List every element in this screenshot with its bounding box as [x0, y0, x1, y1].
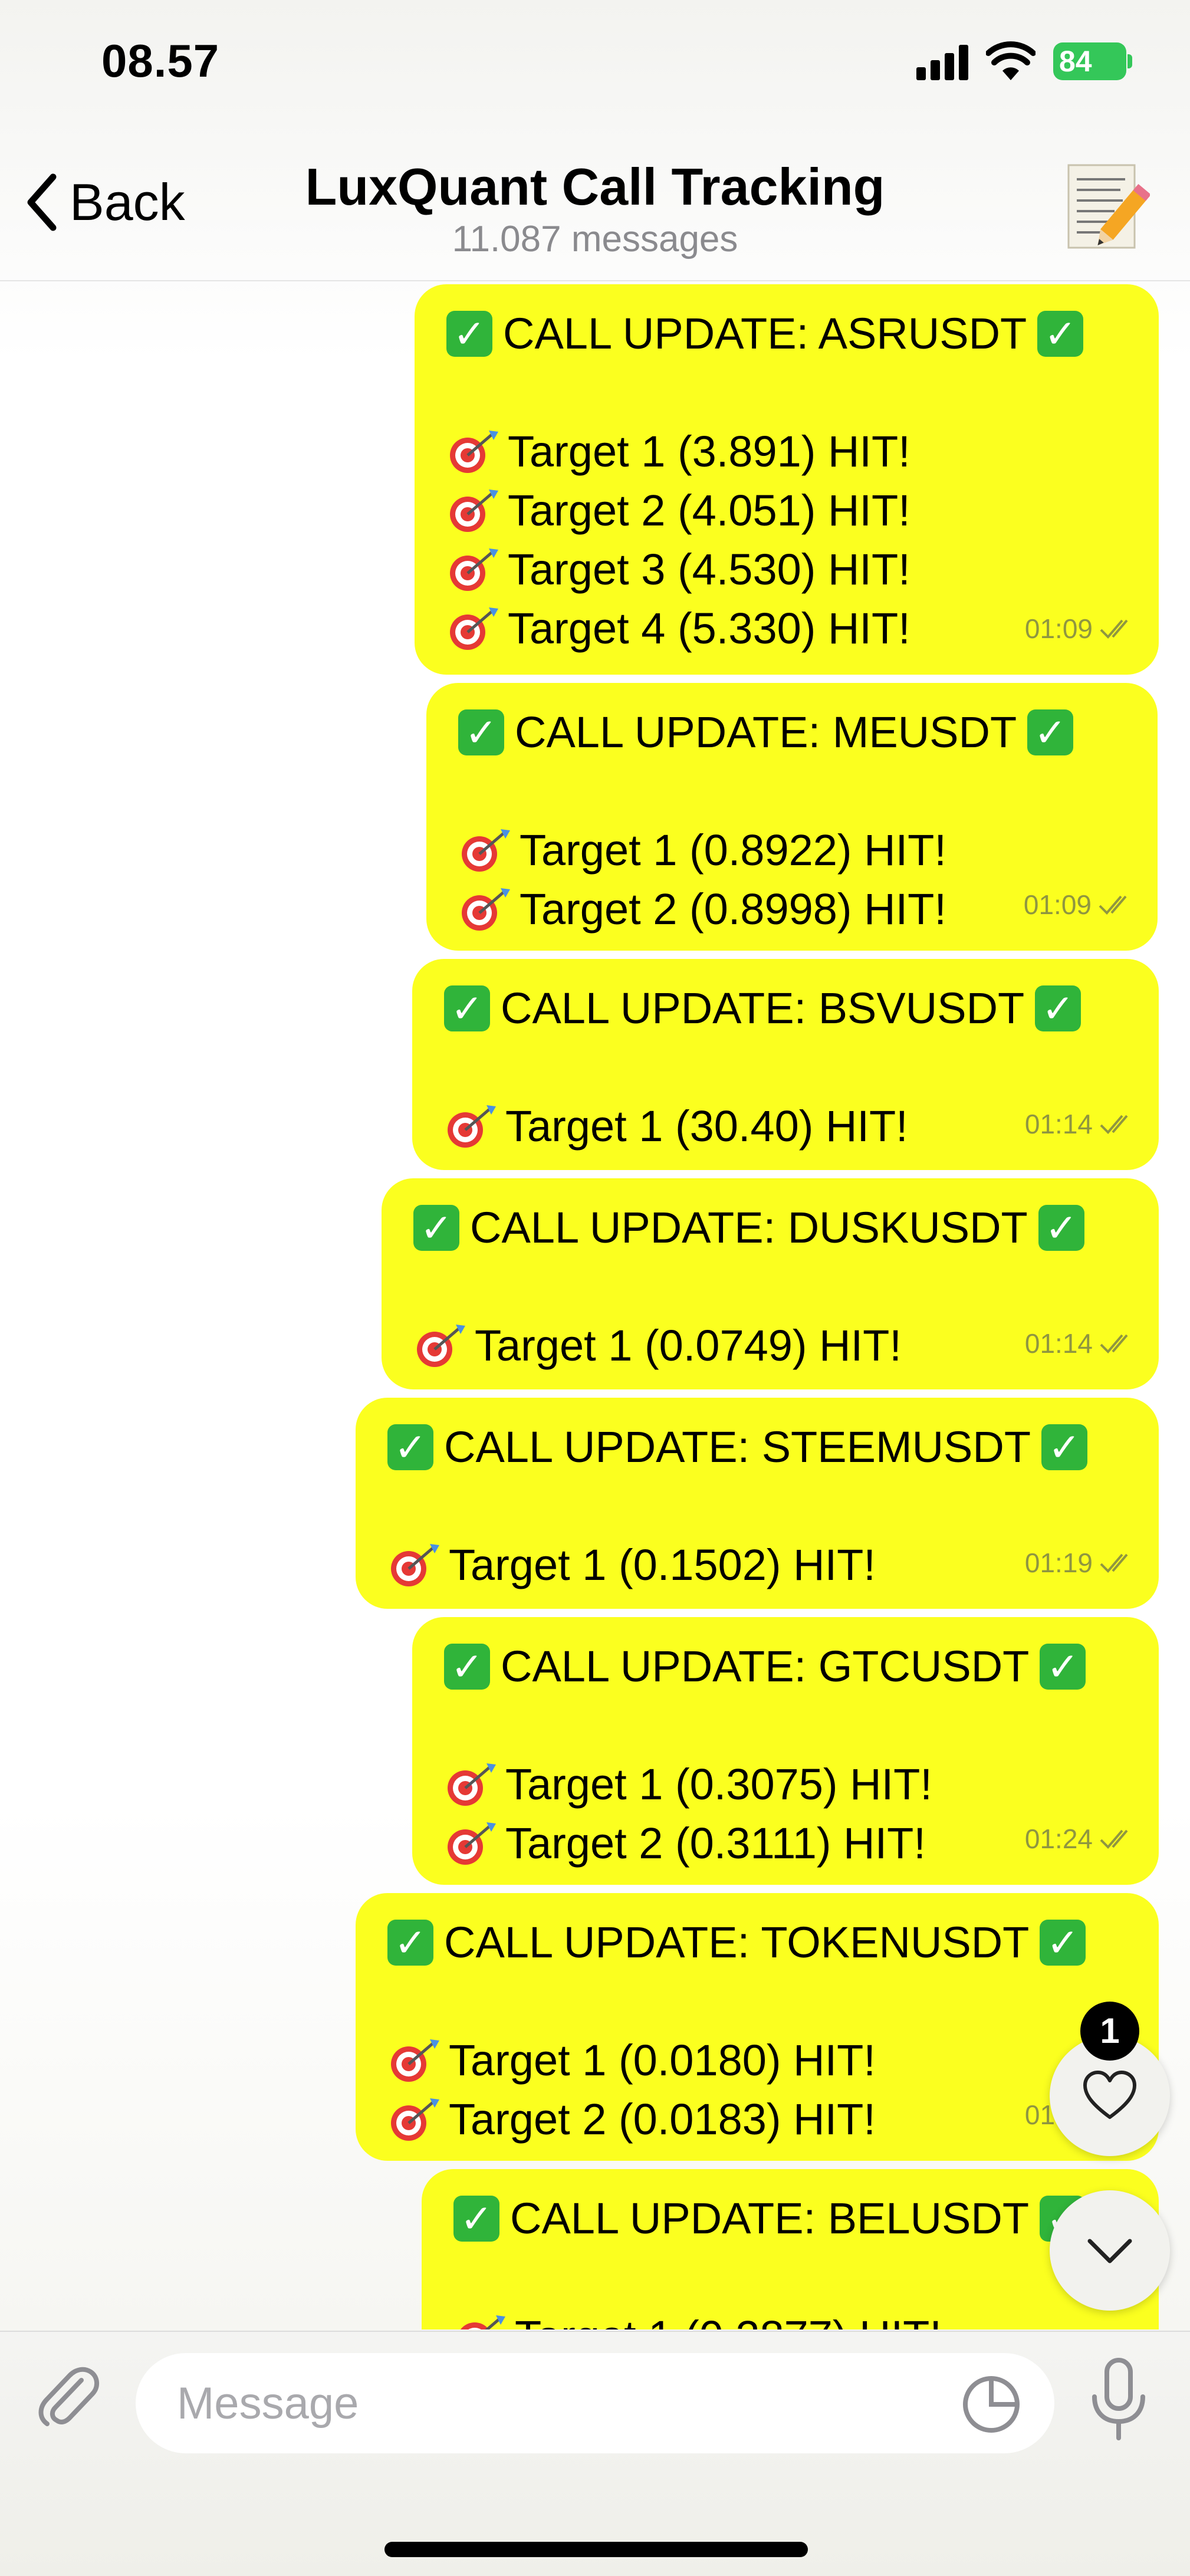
- message-meta: 01:14: [1025, 1095, 1138, 1154]
- message-input[interactable]: [136, 2353, 1054, 2453]
- status-time: 08.57: [101, 35, 220, 87]
- direct-hit-icon: [450, 548, 498, 591]
- target-line: Target 1 (0.0749) HIT!: [475, 1321, 902, 1370]
- chat-title[interactable]: LuxQuant Call Tracking: [0, 157, 1190, 217]
- direct-hit-icon: [417, 1325, 465, 1367]
- battery-indicator: 84: [1053, 42, 1132, 80]
- message-composer: [0, 2331, 1190, 2576]
- check-mark-button-icon: ✓: [1040, 1920, 1086, 1966]
- check-mark-button-icon: ✓: [453, 2196, 499, 2242]
- chat-screen: 08.57 84 Back LuxQuant Call Tracking 11.…: [0, 0, 1190, 2576]
- double-check-icon: [1100, 1115, 1128, 1134]
- check-mark-button-icon: ✓: [1037, 311, 1084, 357]
- message-title: CALL UPDATE: STEEMUSDT: [444, 1422, 1031, 1471]
- direct-hit-icon: [462, 829, 510, 872]
- target-line: Target 2 (0.8998) HIT!: [520, 885, 946, 934]
- direct-hit-icon: [450, 607, 498, 650]
- wifi-icon: [986, 41, 1036, 80]
- message-bubble[interactable]: ✓ CALL UPDATE: BSVUSDT ✓ Target 1 (30.40) …: [412, 959, 1159, 1170]
- message-title: CALL UPDATE: BSVUSDT: [501, 984, 1025, 1033]
- message-bubble[interactable]: ✓ CALL UPDATE: STEEMUSDT ✓ Target 1 (0.150…: [356, 1398, 1159, 1609]
- message-bubble[interactable]: ✓ CALL UPDATE: GTCUSDT ✓ Target 1 (0.3075)…: [412, 1617, 1159, 1885]
- check-mark-button-icon: ✓: [446, 311, 492, 357]
- message-title: CALL UPDATE: DUSKUSDT: [470, 1203, 1028, 1252]
- target-line: Target 1 (3.891) HIT!: [508, 427, 910, 476]
- target-line: Target 2 (4.051) HIT!: [508, 486, 910, 535]
- home-indicator[interactable]: [384, 2542, 808, 2557]
- message-bubble[interactable]: ✓ CALL UPDATE: ASRUSDT ✓ Target 1 (3.891) …: [415, 284, 1159, 675]
- message-title: CALL UPDATE: MEUSDT: [515, 708, 1017, 757]
- target-line: Target 1 (30.40) HIT!: [505, 1102, 908, 1151]
- message-title: CALL UPDATE: BELUSDT: [510, 2194, 1030, 2243]
- message-meta: 01:19: [1025, 1533, 1138, 1592]
- direct-hit-icon: [391, 2098, 439, 2141]
- check-mark-button-icon: ✓: [1035, 985, 1081, 1031]
- target-line: Target 1 (0.8922) HIT!: [520, 826, 946, 875]
- chat-header: Back LuxQuant Call Tracking 11.087 messa…: [0, 136, 1190, 281]
- direct-hit-icon: [450, 431, 498, 473]
- check-mark-button-icon: ✓: [413, 1205, 459, 1251]
- message-bubble[interactable]: ✓ CALL UPDATE: MEUSDT ✓ Target 1 (0.8922) …: [426, 683, 1158, 951]
- message-bubble[interactable]: ✓ CALL UPDATE: DUSKUSDT ✓ Target 1 (0.0749…: [382, 1178, 1159, 1389]
- direct-hit-icon: [448, 1763, 496, 1806]
- message-meta: 01:14: [1025, 1314, 1138, 1373]
- scroll-down-button[interactable]: [1050, 2190, 1170, 2311]
- message-bubble[interactable]: ✓CALL UPDATE: BELUSDT✓ Target 1 (0.2877)…: [422, 2169, 1159, 2329]
- direct-hit-icon: [448, 1822, 496, 1865]
- reaction-count-badge: 1: [1080, 2002, 1139, 2061]
- direct-hit-icon: [391, 2039, 439, 2082]
- message-count: 11.087 messages: [452, 219, 738, 259]
- signal-icon: [916, 45, 968, 80]
- direct-hit-icon: [448, 1105, 496, 1148]
- direct-hit-icon: [391, 1544, 439, 1586]
- memo-icon[interactable]: [1061, 159, 1150, 254]
- check-mark-button-icon: ✓: [458, 709, 504, 755]
- message-time: 01:19: [1024, 1547, 1093, 1578]
- target-line: Target 1 (0.0180) HIT!: [449, 2036, 876, 2085]
- target-line: Target 1 (0.1502) HIT!: [449, 1540, 876, 1589]
- check-mark-button-icon: ✓: [387, 1424, 433, 1470]
- check-mark-button-icon: ✓: [1041, 1424, 1088, 1470]
- message-meta: 01:09: [1025, 599, 1138, 658]
- message-title: CALL UPDATE: TOKENUSDT: [444, 1918, 1030, 1967]
- double-check-icon: [1100, 1553, 1128, 1573]
- message-list[interactable]: ✓ CALL UPDATE: ASRUSDT ✓ Target 1 (3.891) …: [0, 282, 1190, 2329]
- target-line: Target 4 (5.330) HIT!: [508, 604, 910, 653]
- target-line: Target 1 (0.2877) HIT!: [515, 2307, 942, 2329]
- direct-hit-icon: [450, 489, 498, 532]
- message-title: CALL UPDATE: GTCUSDT: [501, 1642, 1030, 1691]
- message-time: 01:14: [1024, 1109, 1093, 1139]
- direct-hit-icon: [462, 888, 510, 931]
- sticker-icon[interactable]: [960, 2373, 1023, 2436]
- microphone-icon[interactable]: [1086, 2355, 1151, 2444]
- message-time: 01:24: [1024, 1823, 1093, 1854]
- status-bar: 08.57 84: [0, 0, 1190, 136]
- message-title: CALL UPDATE: ASRUSDT: [503, 309, 1027, 358]
- heart-icon: [1083, 2071, 1136, 2119]
- double-check-icon: [1100, 1829, 1128, 1849]
- check-mark-button-icon: ✓: [1027, 709, 1074, 755]
- message-bubble[interactable]: ✓ CALL UPDATE: TOKENUSDT ✓ Target 1 (0.018…: [356, 1893, 1159, 2161]
- check-mark-button-icon: ✓: [444, 985, 490, 1031]
- target-line: Target 2 (0.0183) HIT!: [449, 2095, 876, 2144]
- check-mark-button-icon: ✓: [1040, 1644, 1086, 1690]
- message-time: 01:14: [1024, 1328, 1093, 1359]
- chevron-down-icon: [1087, 2239, 1132, 2263]
- check-mark-button-icon: ✓: [387, 1920, 433, 1966]
- target-line: Target 1 (0.3075) HIT!: [505, 1760, 932, 1809]
- target-line: Target 2 (0.3111) HIT!: [505, 1819, 926, 1868]
- check-mark-button-icon: ✓: [444, 1644, 490, 1690]
- message-meta: 01:24: [1025, 1809, 1138, 1868]
- double-check-icon: [1100, 1334, 1128, 1353]
- target-line: Target 3 (4.530) HIT!: [508, 545, 910, 594]
- paperclip-icon[interactable]: [31, 2359, 107, 2436]
- message-time: 01:09: [1023, 889, 1092, 920]
- message-meta: 01:09: [1024, 875, 1136, 934]
- double-check-icon: [1100, 619, 1128, 639]
- direct-hit-icon: [461, 2315, 505, 2329]
- double-check-icon: [1099, 895, 1127, 915]
- message-time: 01:09: [1024, 613, 1093, 644]
- check-mark-button-icon: ✓: [1038, 1205, 1084, 1251]
